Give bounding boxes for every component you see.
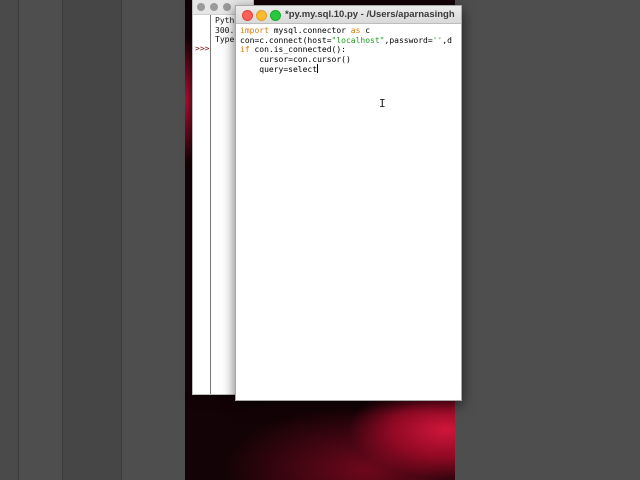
shell-minimize-icon[interactable] — [210, 3, 218, 11]
code-keyword: as — [350, 26, 361, 35]
shell-gutter — [193, 15, 211, 394]
shell-close-icon[interactable] — [197, 3, 205, 11]
code-text: con.is_connected(): — [249, 45, 346, 54]
code-text: query=select — [240, 65, 318, 74]
close-icon[interactable] — [242, 10, 253, 21]
zoom-icon[interactable] — [270, 10, 281, 21]
code-text: mysql.connector — [268, 26, 351, 35]
code-line[interactable]: query=select — [240, 64, 452, 74]
desktop-right-panel — [455, 0, 640, 480]
text-cursor-icon: I — [379, 97, 386, 110]
left-panel-strip — [62, 0, 122, 480]
shell-output-line: Type — [215, 35, 235, 44]
editor-window[interactable]: *py.my.sql.10.py - /Users/aparnasingh im… — [235, 5, 462, 401]
code-line[interactable]: cursor=con.cursor() — [240, 55, 452, 65]
code-keyword: if — [240, 45, 250, 54]
code-text: cursor=con.cursor() — [240, 54, 351, 64]
insertion-caret — [317, 64, 319, 73]
shell-output-line: Pyth — [215, 16, 235, 25]
code-text: c — [360, 26, 371, 35]
code-string: '' — [432, 35, 443, 45]
shell-output[interactable]: Pyth 300. Type — [215, 16, 234, 45]
code-line[interactable]: if con.is_connected(): — [240, 45, 452, 55]
code-string: "localhost" — [331, 35, 385, 45]
minimize-icon[interactable] — [256, 10, 267, 21]
shell-output-line: 300. — [215, 25, 235, 35]
shell-zoom-icon[interactable] — [223, 3, 231, 11]
window-title: *py.my.sql.10.py - /Users/aparnasingh — [285, 9, 455, 20]
code-text: ,d — [442, 35, 452, 45]
shell-prompt: >>> — [195, 44, 210, 53]
desktop-left-panel — [0, 0, 185, 480]
code-editor-area[interactable]: import mysql.connector as c con=c.connect… — [240, 26, 452, 74]
editor-titlebar[interactable]: *py.my.sql.10.py - /Users/aparnasingh — [236, 6, 461, 24]
code-text: ,password= — [384, 35, 433, 45]
code-line[interactable]: import mysql.connector as c — [240, 26, 452, 36]
code-text: con=c.connect(host= — [240, 35, 332, 45]
code-keyword: import — [240, 26, 269, 35]
left-panel-strip — [0, 0, 19, 480]
code-line[interactable]: con=c.connect(host="localhost",password=… — [240, 36, 452, 46]
